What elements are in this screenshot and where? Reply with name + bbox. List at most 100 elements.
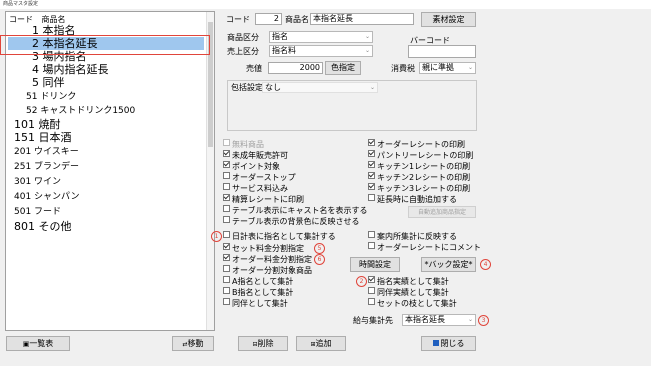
annotation-badge: 4: [480, 259, 491, 270]
price-field[interactable]: 2000: [268, 62, 323, 74]
checkbox-checked-icon[interactable]: [368, 150, 375, 157]
window-titlebar: 商品マスタ設定: [0, 0, 651, 9]
checkbox-option[interactable]: セットの枝として集計: [368, 298, 457, 309]
checkbox-option[interactable]: 精算レシートに印刷: [223, 194, 304, 205]
move-label: 移動: [187, 339, 204, 348]
auto-add-button[interactable]: 自動追加商品指定: [408, 206, 476, 218]
annotation-badge: 6: [314, 254, 325, 265]
checkbox-unchecked-icon[interactable]: [223, 298, 230, 305]
list-print-button[interactable]: ▣一覧表: [6, 336, 70, 351]
list-scrollbar[interactable]: [206, 12, 214, 330]
package-group: 包括設定 なし ⌄: [227, 80, 477, 131]
checkbox-unchecked-icon[interactable]: [223, 231, 230, 238]
checkbox-option[interactable]: 無料商品: [223, 139, 264, 150]
checkbox-checked-icon[interactable]: [368, 139, 375, 146]
barcode-field[interactable]: [408, 45, 476, 58]
checkbox-option[interactable]: オーダーレシートの印刷: [368, 139, 465, 150]
list-item[interactable]: 151 日本酒: [14, 131, 72, 144]
checkbox-label: パントリーレシートの印刷: [377, 151, 474, 160]
checkbox-option[interactable]: オーダー料金分割指定: [223, 254, 312, 265]
checkbox-option[interactable]: キッチン1レシートの印刷: [368, 161, 470, 172]
checkbox-checked-icon[interactable]: [223, 254, 230, 261]
checkbox-option[interactable]: キッチン2レシートの印刷: [368, 172, 470, 183]
checkbox-option[interactable]: パントリーレシートの印刷: [368, 150, 473, 161]
color-button[interactable]: 色指定: [325, 61, 361, 75]
checkbox-checked-icon[interactable]: [223, 161, 230, 168]
checkbox-checked-icon[interactable]: [223, 194, 230, 201]
checkbox-unchecked-icon[interactable]: [368, 194, 375, 201]
checkbox-option[interactable]: オーダーレシートにコメント: [368, 242, 481, 253]
checkbox-option[interactable]: サービス料込み: [223, 183, 288, 194]
checkbox-label: セット料金分割指定: [232, 244, 304, 253]
checkbox-unchecked-icon[interactable]: [368, 231, 375, 238]
list-item[interactable]: 101 焼酎: [14, 118, 61, 131]
category-value: 指名: [272, 32, 288, 41]
tax-select[interactable]: 親に準拠 ⌄: [419, 62, 476, 74]
checkbox-unchecked-icon[interactable]: [368, 287, 375, 294]
checkbox-unchecked-icon[interactable]: [223, 216, 230, 223]
time-setting-button[interactable]: 時間設定: [350, 257, 400, 272]
checkbox-unchecked-icon[interactable]: [223, 139, 230, 146]
list-item[interactable]: 501 フード: [14, 206, 61, 219]
checkbox-unchecked-icon[interactable]: [223, 276, 230, 283]
checkbox-checked-icon[interactable]: [368, 183, 375, 190]
checkbox-checked-icon[interactable]: [223, 243, 230, 250]
checkbox-unchecked-icon[interactable]: [223, 265, 230, 272]
checkbox-option[interactable]: テーブル表示にキャスト名を表示する: [223, 205, 368, 216]
checkbox-label: 案内所集計に反映する: [377, 232, 457, 241]
checkbox-option[interactable]: ポイント対象: [223, 161, 280, 172]
checkbox-option[interactable]: テーブル表示の背景色に反映させる: [223, 216, 360, 227]
checkbox-label: キッチン1レシートの印刷: [377, 162, 471, 171]
tax-value: 親に準拠: [422, 63, 454, 72]
list-item[interactable]: 5 同伴: [32, 76, 65, 89]
add-button[interactable]: ⊞追加: [296, 336, 346, 351]
checkbox-option[interactable]: オーダーストップ: [223, 172, 296, 183]
code-field[interactable]: 2: [255, 13, 282, 25]
list-header-name: 商品名: [41, 15, 66, 24]
checkbox-checked-icon[interactable]: [368, 276, 375, 283]
list-item[interactable]: 51 ドリンク: [26, 91, 76, 104]
delete-button[interactable]: ⊟削除: [238, 336, 288, 351]
package-select[interactable]: なし ⌄: [262, 82, 378, 93]
checkbox-checked-icon[interactable]: [223, 150, 230, 157]
checkbox-label: オーダー料金分割指定: [232, 255, 312, 264]
salary-select[interactable]: 本指名延長 ⌄: [402, 314, 476, 326]
checkbox-option[interactable]: 指名実績として集計: [368, 276, 449, 287]
checkbox-option[interactable]: 未成年販売許可: [223, 150, 288, 161]
list-item[interactable]: 301 ワイン: [14, 176, 61, 189]
list-item[interactable]: 251 ブランデー: [14, 161, 79, 174]
category-select[interactable]: 指名 ⌄: [269, 31, 373, 43]
checkbox-option[interactable]: 同伴実績として集計: [368, 287, 449, 298]
list-item[interactable]: 201 ウイスキー: [14, 146, 79, 159]
checkbox-checked-icon[interactable]: [368, 161, 375, 168]
back-setting-button[interactable]: *バック設定*: [421, 257, 476, 272]
checkbox-option[interactable]: A指名として集計: [223, 276, 293, 287]
chevron-down-icon: ⌄: [467, 316, 473, 323]
checkbox-unchecked-icon[interactable]: [223, 287, 230, 294]
close-button[interactable]: 閉じる: [421, 336, 476, 351]
checkbox-option[interactable]: キッチン3レシートの印刷: [368, 183, 470, 194]
checkbox-option[interactable]: 日計表に指名として集計する: [223, 231, 336, 242]
checkbox-unchecked-icon[interactable]: [223, 205, 230, 212]
material-button[interactable]: 素材設定: [421, 12, 476, 27]
list-item[interactable]: 801 その他: [14, 220, 72, 233]
checkbox-option[interactable]: B指名として集計: [223, 287, 293, 298]
checkbox-checked-icon[interactable]: [368, 172, 375, 179]
checkbox-unchecked-icon[interactable]: [223, 183, 230, 190]
sales-category-select[interactable]: 指名料 ⌄: [269, 45, 373, 57]
checkbox-unchecked-icon[interactable]: [223, 172, 230, 179]
checkbox-unchecked-icon[interactable]: [368, 298, 375, 305]
annotation-badge: 5: [314, 243, 325, 254]
checkbox-option[interactable]: セット料金分割指定: [223, 243, 304, 254]
checkbox-option[interactable]: 延長時に自動追加する: [368, 194, 457, 205]
checkbox-option[interactable]: オーダー分割対象商品: [223, 265, 312, 276]
checkbox-option[interactable]: 案内所集計に反映する: [368, 231, 457, 242]
checkbox-option[interactable]: 同伴として集計: [223, 298, 288, 309]
move-button[interactable]: ⇄移動: [172, 336, 214, 351]
list-item[interactable]: 401 シャンパン: [14, 191, 80, 204]
name-field[interactable]: 本指名延長: [310, 13, 414, 25]
list-item[interactable]: 4 場内指名延長: [32, 63, 109, 76]
checkbox-unchecked-icon[interactable]: [368, 242, 375, 249]
list-item[interactable]: 52 キャストドリンク1500: [26, 105, 135, 118]
product-list[interactable]: コード 商品名 1 本指名 2 本指名延長 3 場内指名 4 場内指名延長 5 …: [5, 11, 215, 331]
